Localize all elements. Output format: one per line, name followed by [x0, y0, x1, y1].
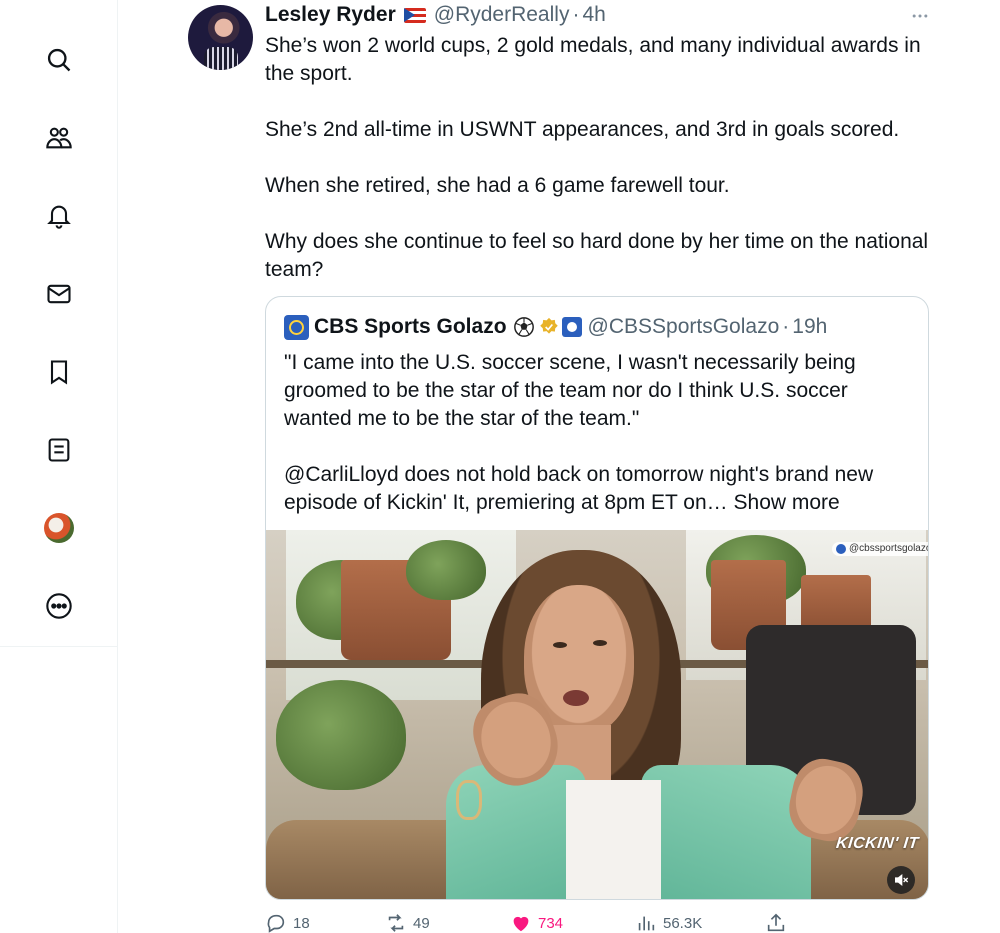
- profile-avatar: [44, 513, 74, 543]
- sidebar-item-notifications[interactable]: [34, 191, 84, 241]
- golazo-avatar[interactable]: [284, 314, 309, 340]
- sidebar-item-search[interactable]: [34, 35, 84, 85]
- sidebar-item-lists[interactable]: [34, 425, 84, 475]
- sidebar-item-bookmarks[interactable]: [34, 347, 84, 397]
- sidebar-item-messages[interactable]: [34, 269, 84, 319]
- separator-dot: ·: [572, 3, 580, 26]
- envelope-icon: [47, 284, 71, 304]
- puerto-rico-flag-icon: [403, 7, 426, 23]
- muted-speaker-icon: [895, 873, 909, 887]
- quote-paragraph-2: @CarliLloyd does not hold back on tomorr…: [284, 461, 914, 517]
- white-top: [566, 780, 661, 899]
- bracelet: [456, 780, 482, 820]
- analytics-icon: [638, 916, 655, 931]
- quote-tweet-card[interactable]: CBS Sports Golazo @CBSSportsGolazo · 19h…: [265, 296, 929, 900]
- watermark-text: @cbssportsgolazo: [849, 543, 929, 554]
- tweet-header: Lesley Ryder @RyderReally · 4h: [265, 0, 965, 30]
- plant: [276, 680, 406, 790]
- person-eye: [553, 642, 567, 648]
- author-handle[interactable]: @RyderReally: [434, 3, 570, 27]
- views-button[interactable]: 56.3K: [635, 910, 702, 933]
- author-avatar[interactable]: [188, 5, 253, 70]
- app: Lesley Ryder @RyderReally · 4h She’s won…: [0, 0, 1000, 933]
- tweet-text: She’s won 2 world cups, 2 gold medals, a…: [265, 32, 930, 284]
- tweet-paragraph: She’s 2nd all-time in USWNT appearances,…: [265, 118, 900, 141]
- quote-paragraph: "I came into the U.S. soccer scene, I wa…: [284, 351, 856, 430]
- sidebar-nav: [0, 0, 118, 933]
- quote-author-handle[interactable]: @CBSSportsGolazo: [588, 315, 780, 339]
- sidebar-item-communities[interactable]: [34, 113, 84, 163]
- repost-button[interactable]: 49: [385, 910, 430, 933]
- plant: [406, 540, 486, 600]
- communities-icon: [46, 127, 72, 149]
- separator-dot: ·: [782, 315, 790, 338]
- like-button[interactable]: 734: [510, 910, 563, 933]
- verified-badge-icon: [539, 317, 558, 334]
- blazer: [641, 765, 811, 899]
- show-more-link[interactable]: Show more: [734, 491, 840, 514]
- reply-count: 18: [293, 914, 310, 932]
- tweet-body: Lesley Ryder @RyderReally · 4h She’s won…: [265, 0, 965, 284]
- search-icon: [47, 48, 71, 72]
- sidebar-item-profile[interactable]: [34, 503, 84, 553]
- repost-count: 49: [413, 914, 430, 932]
- cbs-logo-icon: [836, 544, 846, 554]
- share-button[interactable]: [765, 910, 793, 933]
- sidebar-item-more[interactable]: [34, 581, 84, 631]
- heart-icon: [513, 916, 529, 932]
- tweet-paragraph: When she retired, she had a 6 game farew…: [265, 174, 730, 197]
- quote-author-name[interactable]: CBS Sports Golazo: [314, 315, 507, 339]
- reply-icon: [267, 914, 285, 933]
- quote-text: "I came into the U.S. soccer scene, I wa…: [284, 349, 914, 517]
- tweet-time[interactable]: 4h: [582, 3, 605, 27]
- cbs-sports-org-icon: [561, 317, 582, 337]
- bell-icon: [47, 205, 71, 229]
- tweet-paragraph: Why does she continue to feel so hard do…: [265, 230, 929, 281]
- person-mouth: [563, 690, 589, 706]
- person-eye: [593, 640, 607, 646]
- kickin-it-logo: KICKIN' IT: [835, 835, 920, 852]
- reply-button[interactable]: 18: [265, 910, 310, 933]
- soccer-ball-icon: [513, 317, 534, 337]
- list-icon: [48, 438, 70, 462]
- views-count: 56.3K: [663, 914, 703, 932]
- video-watermark: @cbssportsgolazo: [832, 542, 929, 556]
- more-circle-icon: [46, 593, 72, 619]
- sidebar-divider: [0, 646, 118, 647]
- bookmark-icon: [50, 360, 68, 385]
- author-name[interactable]: Lesley Ryder: [265, 3, 396, 27]
- quote-header: CBS Sports Golazo @CBSSportsGolazo · 19h: [284, 314, 827, 340]
- more-horizontal-icon[interactable]: [908, 4, 932, 28]
- tweet-paragraph: She’s won 2 world cups, 2 gold medals, a…: [265, 34, 921, 85]
- repost-icon: [388, 914, 404, 932]
- mute-button[interactable]: [887, 866, 915, 894]
- like-count: 734: [538, 914, 564, 932]
- tweet[interactable]: Lesley Ryder @RyderReally · 4h She’s won…: [118, 0, 1000, 933]
- quote-time[interactable]: 19h: [792, 315, 827, 339]
- share-icon: [767, 913, 785, 932]
- tweet-actions: 18 49 734 56.3K: [265, 910, 805, 933]
- video-player[interactable]: @cbssportsgolazo KICKIN' IT: [266, 530, 929, 899]
